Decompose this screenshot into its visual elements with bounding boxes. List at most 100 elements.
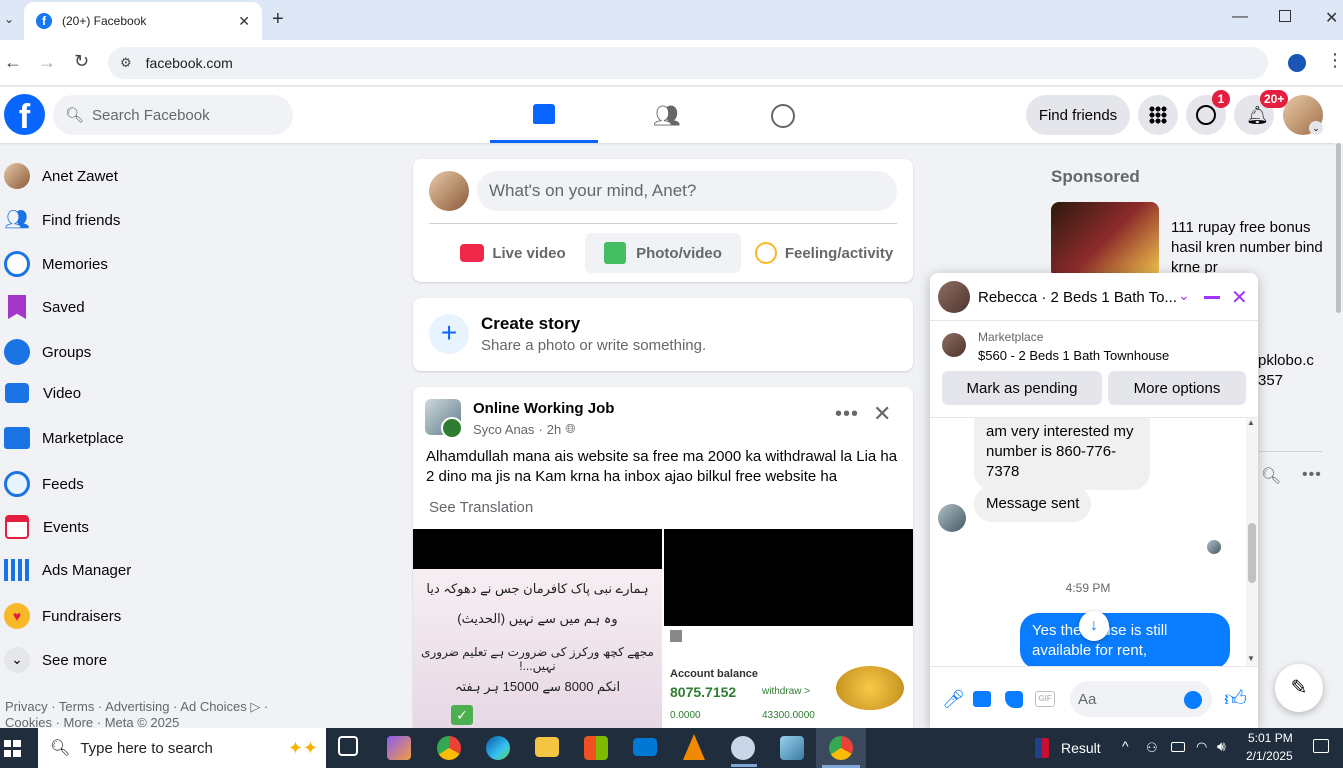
avatar[interactable]	[429, 171, 469, 211]
post-group-name[interactable]: Online Working Job	[473, 400, 614, 417]
reload-icon[interactable]: ↻	[74, 51, 89, 72]
sidebar-item-events[interactable]: Events	[4, 515, 89, 539]
minimize-chat-icon[interactable]	[1204, 296, 1220, 299]
nav-friends[interactable]: 👥︎	[610, 87, 718, 143]
contacts-search-icon[interactable]: 🔍︎	[1261, 466, 1281, 486]
clock-date[interactable]: 2/1/2025	[1246, 749, 1293, 763]
ad-image[interactable]	[1051, 202, 1159, 278]
menu-button[interactable]	[1138, 95, 1178, 135]
scrollbar-thumb[interactable]	[1336, 143, 1341, 313]
show-hidden-icons-icon[interactable]: ^	[1122, 738, 1129, 754]
tab-search-icon[interactable]: ⌄	[4, 12, 14, 26]
sidebar-item-fundraisers[interactable]: ♥ Fundraisers	[4, 603, 121, 629]
volume-icon[interactable]: 🔊︎	[1217, 738, 1226, 755]
copilot-icon[interactable]	[387, 736, 411, 760]
listing-title[interactable]: $560 - 2 Beds 1 Bath Townhouse	[978, 348, 1169, 363]
file-explorer-icon[interactable]	[535, 737, 559, 757]
search-box[interactable]: 🔍︎ Search Facebook	[53, 95, 293, 135]
see-translation-link[interactable]: See Translation	[429, 499, 533, 516]
post-image-right[interactable]: Account balance 8075.7152 withdraw > 0.0…	[664, 529, 913, 728]
microphone-icon[interactable]: 🎤︎	[942, 689, 965, 710]
sidebar-item-groups[interactable]: Groups	[4, 339, 91, 365]
task-view-icon[interactable]	[338, 736, 358, 756]
close-tab-icon[interactable]: ✕	[238, 13, 250, 30]
search-input[interactable]: Search Facebook	[92, 107, 210, 124]
battery-icon[interactable]	[1171, 742, 1185, 752]
url-text[interactable]: facebook.com	[146, 55, 233, 71]
nba-icon[interactable]	[1035, 738, 1049, 758]
photo-attach-icon[interactable]	[973, 691, 991, 707]
notes-app-icon[interactable]	[780, 736, 804, 760]
store-icon[interactable]	[584, 736, 608, 760]
live-video-button[interactable]: Live video	[443, 233, 583, 273]
sidebar-item-feeds[interactable]: Feeds	[4, 471, 84, 497]
close-chat-icon[interactable]: ✕	[1231, 285, 1248, 310]
page-scrollbar[interactable]	[1334, 143, 1343, 623]
chat-scrollbar-thumb[interactable]	[1248, 523, 1256, 583]
meet-icon[interactable]: ⚇	[1146, 740, 1158, 756]
chat-title[interactable]: Rebecca · 2 Beds 1 Bath To...	[978, 289, 1177, 306]
close-window-icon[interactable]: ✕	[1325, 8, 1338, 28]
more-options-icon[interactable]: •••	[835, 403, 859, 426]
footer-links[interactable]: Privacy · Terms · Advertising · Ad Choic…	[5, 699, 268, 715]
gif-icon[interactable]: GIF	[1035, 691, 1055, 707]
wifi-icon[interactable]: ◠	[1196, 739, 1207, 755]
new-message-button[interactable]: ✎	[1275, 664, 1323, 712]
post-image-left[interactable]: ہمارے نبی پاک کافرمان جس نے دھوکہ دیا وہ…	[413, 529, 662, 728]
ad-text[interactable]: 111 rupay free bonus hasil kren number b…	[1171, 218, 1331, 278]
active-chrome-taskbar-item[interactable]	[816, 728, 866, 768]
account-chevron-icon[interactable]: ⌄	[1309, 121, 1323, 135]
contacts-more-icon[interactable]: •••	[1302, 466, 1322, 484]
chat-scrollbar[interactable]: ▲ ▼	[1246, 418, 1258, 666]
sidebar-item-marketplace[interactable]: Marketplace	[4, 427, 124, 449]
windows-start-icon[interactable]	[4, 740, 21, 757]
chat-avatar[interactable]	[938, 281, 970, 313]
notification-center-icon[interactable]	[1313, 739, 1329, 753]
chevron-down-icon[interactable]: ⌄	[1178, 287, 1190, 304]
maximize-window-icon[interactable]	[1279, 10, 1291, 22]
forward-icon[interactable]: →	[38, 52, 56, 73]
edge-app-icon[interactable]	[486, 736, 510, 760]
ad2-partial-text[interactable]: pklobo.c	[1258, 352, 1314, 369]
scroll-down-arrow-icon[interactable]: ▼	[1247, 654, 1255, 663]
sidebar-item-saved[interactable]: Saved	[4, 295, 85, 319]
sidebar-item-find-friends[interactable]: 👥︎ Find friends	[4, 207, 120, 233]
like-thumb-icon[interactable]: 👍︎	[1224, 685, 1247, 712]
chrome-app-icon[interactable]	[437, 736, 461, 760]
browser-menu-icon[interactable]: ⋮	[1326, 50, 1343, 71]
new-tab-icon[interactable]: +	[272, 8, 284, 31]
profile-icon[interactable]	[1288, 54, 1306, 72]
composer-input[interactable]: What's on your mind, Anet?	[477, 171, 897, 211]
create-story-card[interactable]: + Create story Share a photo or write so…	[413, 298, 913, 371]
mark-as-pending-button[interactable]: Mark as pending	[942, 371, 1102, 405]
taskbar-search-box[interactable]: 🔍︎ Type here to search ✦✦	[38, 728, 326, 768]
photo-video-button[interactable]: Photo/video	[585, 233, 741, 273]
find-friends-button[interactable]: Find friends	[1026, 95, 1130, 135]
scroll-up-arrow-icon[interactable]: ▲	[1247, 418, 1255, 427]
taskbar-search-input[interactable]: Type here to search	[80, 740, 213, 757]
feeling-activity-button[interactable]: Feeling/activity	[749, 233, 899, 273]
author-avatar[interactable]	[441, 417, 463, 439]
back-icon[interactable]: ←	[4, 52, 22, 73]
facebook-logo-icon[interactable]: f	[4, 94, 45, 136]
sticker-icon[interactable]	[1005, 691, 1023, 708]
ad2-partial-text-2[interactable]: 357	[1258, 372, 1283, 389]
sidebar-item-memories[interactable]: Memories	[4, 251, 108, 277]
minimize-window-icon[interactable]: —	[1232, 8, 1248, 26]
post-time[interactable]: 2h	[547, 422, 561, 437]
sidebar-item-ads-manager[interactable]: Ads Manager	[4, 559, 131, 581]
post-author[interactable]: Syco Anas	[473, 422, 534, 437]
more-options-button[interactable]: More options	[1108, 371, 1246, 405]
clock-time[interactable]: 5:01 PM	[1248, 731, 1293, 745]
address-bar[interactable]: ⚙ facebook.com	[108, 47, 1268, 79]
mail-icon[interactable]	[633, 738, 657, 756]
close-post-icon[interactable]: ✕	[873, 401, 891, 427]
sidebar-item-video[interactable]: Video	[4, 383, 81, 403]
sidebar-item-see-more[interactable]: ⌄ See more	[4, 647, 107, 673]
vlc-icon[interactable]	[683, 734, 705, 760]
nav-home[interactable]	[490, 87, 598, 143]
news-result-text[interactable]: Result	[1061, 740, 1101, 756]
browser-tab[interactable]: f (20+) Facebook ✕	[24, 2, 262, 40]
site-info-icon[interactable]: ⚙	[120, 55, 132, 71]
paint-app-icon[interactable]	[731, 736, 755, 760]
